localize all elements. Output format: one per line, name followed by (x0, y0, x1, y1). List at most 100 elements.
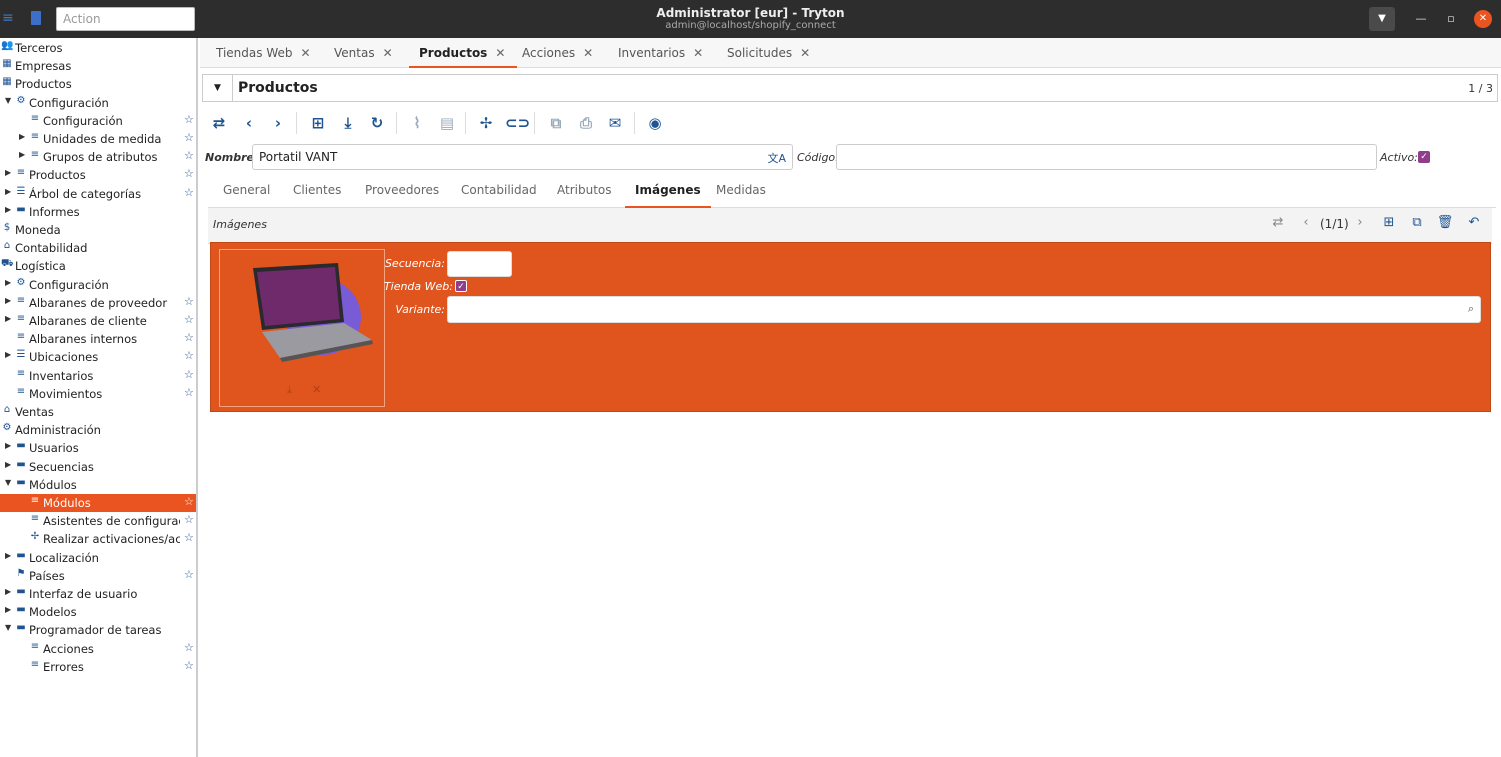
delete-icon[interactable]: 🗑 (1435, 215, 1455, 230)
favorite-star-icon[interactable]: ☆ (184, 368, 194, 381)
open-icon[interactable]: ⧉ (545, 112, 567, 134)
chevron-right-icon[interactable]: ▶ (5, 350, 13, 359)
favorite-star-icon[interactable]: ☆ (184, 313, 194, 326)
chevron-down-icon[interactable]: ▼ (5, 96, 13, 105)
chevron-down-icon[interactable]: ▼ (5, 623, 13, 632)
favorite-star-icon[interactable]: ☆ (184, 386, 194, 399)
favorite-star-icon[interactable]: ☆ (184, 331, 194, 344)
variante-field[interactable]: ⌕ (447, 296, 1481, 323)
switch-view-icon[interactable]: ⇄ (208, 112, 230, 134)
activo-checkbox[interactable]: ✓ (1418, 151, 1430, 163)
codigo-field[interactable] (836, 144, 1377, 170)
switch-view-icon[interactable]: ⇄ (1268, 215, 1288, 230)
print-icon[interactable]: ⎙ (575, 112, 597, 134)
previous-icon[interactable]: ‹ (1296, 215, 1316, 230)
favorite-star-icon[interactable]: ☆ (184, 349, 194, 362)
sidebar-item[interactable]: ✢Realizar activaciones/actualizaciones ☆ (0, 530, 196, 548)
chevron-right-icon[interactable]: ▶ (5, 605, 13, 614)
close-tab-icon[interactable]: ✕ (495, 46, 505, 60)
undo-icon[interactable]: ↶ (1464, 215, 1484, 230)
sidebar-item[interactable]: ▶ ≡ Unidades de medida ☆ (0, 130, 196, 148)
favorite-star-icon[interactable]: ☆ (184, 186, 194, 199)
image-widget[interactable]: ⤓ ✕ (219, 249, 385, 407)
sidebar-item[interactable]: ≡ Acciones ☆ (0, 640, 196, 658)
sidebar-item[interactable]: ▼ ▬ Programador de tareas (0, 621, 196, 639)
sidebar-item[interactable]: ▶ ▬ Informes (0, 203, 196, 221)
attachment-icon[interactable]: ⌇ (406, 112, 428, 134)
close-tab-icon[interactable]: ✕ (800, 46, 810, 60)
chevron-right-icon[interactable]: ▶ (5, 205, 13, 214)
sidebar-item[interactable]: ≡ Albaranes internos ☆ (0, 330, 196, 348)
previous-icon[interactable]: ‹ (238, 112, 260, 134)
save-icon[interactable]: ⤓ (337, 112, 359, 134)
favorite-star-icon[interactable]: ☆ (184, 531, 194, 544)
sidebar-item[interactable]: ▶ ≡ Albaranes de proveedor ☆ (0, 294, 196, 312)
new-icon[interactable]: ⊞ (1379, 215, 1399, 230)
chevron-right-icon[interactable]: ▶ (5, 441, 13, 450)
favorite-star-icon[interactable]: ☆ (184, 568, 194, 581)
sidebar-item[interactable]: ▼ ▬ Módulos (0, 476, 196, 494)
nombre-field[interactable]: Portatil VANT 文A (252, 144, 793, 170)
sidebar-item[interactable]: ▦ Productos (0, 75, 196, 93)
favorite-star-icon[interactable]: ☆ (184, 641, 194, 654)
web-icon[interactable]: ◉ (644, 112, 666, 134)
sidebar-item[interactable]: ▶ ▬ Secuencias (0, 458, 196, 476)
chevron-right-icon[interactable]: ▶ (19, 132, 27, 141)
subtab-clientes[interactable]: Clientes (293, 178, 341, 208)
note-icon[interactable]: ▤ (436, 112, 458, 134)
close-tab-icon[interactable]: ✕ (300, 46, 310, 60)
tab-inventarios[interactable]: Inventarios ✕ (618, 38, 709, 68)
chevron-right-icon[interactable]: ▶ (5, 187, 13, 196)
subtab-contabilidad[interactable]: Contabilidad (461, 178, 537, 208)
sidebar-item[interactable]: ▶ ⚙ Configuración (0, 276, 196, 294)
sidebar-item[interactable]: ▼ ⚙ Configuración (0, 94, 196, 112)
close-window-button[interactable]: ✕ (1474, 10, 1492, 28)
sidebar-item[interactable]: ≡ Errores ☆ (0, 658, 196, 676)
favorite-star-icon[interactable]: ☆ (184, 131, 194, 144)
window-menu-button[interactable]: ▼ (1369, 7, 1395, 31)
relate-icon[interactable]: ⊂⊃ (505, 112, 530, 134)
chevron-right-icon[interactable]: ▶ (5, 551, 13, 560)
favorite-star-icon[interactable]: ☆ (184, 149, 194, 162)
sidebar-item[interactable]: ⌂ Contabilidad (0, 239, 196, 257)
minimize-button[interactable]: — (1412, 10, 1430, 28)
favorite-star-icon[interactable]: ☆ (184, 659, 194, 672)
chevron-right-icon[interactable]: ▶ (5, 587, 13, 596)
tab-acciones[interactable]: Acciones ✕ (522, 38, 599, 68)
sidebar-item[interactable]: $ Moneda (0, 221, 196, 239)
close-tab-icon[interactable]: ✕ (583, 46, 593, 60)
sidebar-item[interactable]: ▶ ▬ Usuarios (0, 439, 196, 457)
chevron-right-icon[interactable]: ▶ (19, 150, 27, 159)
sidebar-item[interactable]: ⚙ Administración (0, 421, 196, 439)
sidebar-item[interactable]: ≡ Configuración ☆ (0, 112, 196, 130)
sidebar-item[interactable]: ▶ ≡ Grupos de atributos ☆ (0, 148, 196, 166)
reload-icon[interactable]: ↻ (366, 112, 388, 134)
tab-ventas[interactable]: Ventas ✕ (334, 38, 399, 68)
sidebar-item[interactable]: ▶ ▬ Modelos (0, 603, 196, 621)
favorite-star-icon[interactable]: ☆ (184, 295, 194, 308)
image-record[interactable]: ⤓ ✕ Secuencia: Tienda Web: ✓ Variante: ⌕ (210, 242, 1491, 412)
sidebar-item[interactable]: ▶ ≡ Albaranes de cliente ☆ (0, 312, 196, 330)
sidebar-item[interactable]: ▶ ≡ Productos ☆ (0, 166, 196, 184)
maximize-button[interactable]: ▫ (1442, 10, 1460, 28)
sidebar-item[interactable]: ≡Asistentes de configuración ☆ (0, 512, 196, 530)
chevron-right-icon[interactable]: ▶ (5, 460, 13, 469)
tab-solicitudes[interactable]: Solicitudes ✕ (727, 38, 816, 68)
subtab-proveedores[interactable]: Proveedores (365, 178, 439, 208)
close-tab-icon[interactable]: ✕ (383, 46, 393, 60)
sidebar-item[interactable]: ⌂ Ventas (0, 403, 196, 421)
sidebar-item[interactable]: ⛟ Logística (0, 257, 196, 275)
translate-icon[interactable]: 文A (767, 150, 786, 166)
favorite-star-icon[interactable]: ☆ (184, 167, 194, 180)
favorite-star-icon[interactable]: ☆ (184, 113, 194, 126)
sidebar-item[interactable]: 👥 Terceros (0, 39, 196, 57)
sidebar-item[interactable]: ≡ Inventarios ☆ (0, 367, 196, 385)
search-icon[interactable]: ⌕ (1468, 302, 1474, 316)
close-tab-icon[interactable]: ✕ (693, 46, 703, 60)
sidebar-item[interactable]: ▶ ☰ Árbol de categorías ☆ (0, 185, 196, 203)
sidebar-item[interactable]: ≡ Módulos ☆ (0, 494, 196, 512)
chevron-right-icon[interactable]: ▶ (5, 168, 13, 177)
chevron-down-icon[interactable]: ▼ (5, 478, 13, 487)
action-icon[interactable]: ✢ (475, 112, 497, 134)
sidebar-item[interactable]: ▶ ☰ Ubicaciones ☆ (0, 348, 196, 366)
